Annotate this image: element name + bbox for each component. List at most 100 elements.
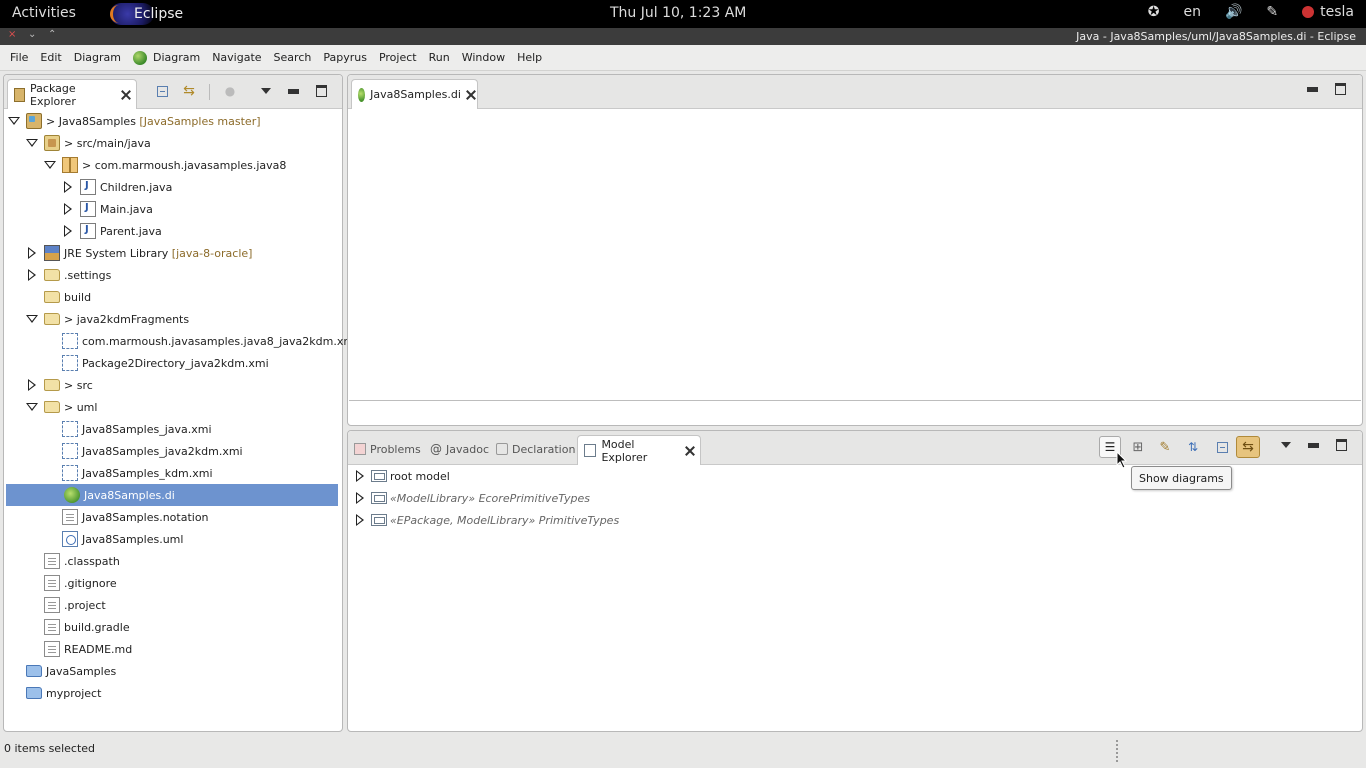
tree-item[interactable]: > java2kdmFragments xyxy=(4,308,342,330)
tree-item[interactable]: > com.marmoush.javasamples.java8 xyxy=(4,154,342,176)
tab-model-explorer[interactable]: Model Explorer xyxy=(577,435,701,465)
sort-az-icon[interactable]: ⇅ xyxy=(1183,437,1203,457)
activities-button[interactable]: Activities xyxy=(12,5,76,21)
view-menu-icon[interactable] xyxy=(256,81,276,101)
app-menu[interactable]: Eclipse xyxy=(110,2,183,26)
tree-item-label: .settings xyxy=(64,268,112,282)
expanded-arrow-icon[interactable] xyxy=(8,115,20,127)
tree-item[interactable]: Main.java xyxy=(4,198,342,220)
model-tree-item[interactable]: «ModelLibrary» EcorePrimitiveTypes xyxy=(348,487,1362,509)
tree-item[interactable]: Children.java xyxy=(4,176,342,198)
tree-item-label: > java2kdmFragments xyxy=(64,312,190,326)
tree-item[interactable]: .classpath xyxy=(4,550,342,572)
window-maximize-icon[interactable]: ⌃ xyxy=(48,29,56,40)
collapsed-arrow-icon[interactable] xyxy=(26,379,38,391)
maximize-icon[interactable] xyxy=(1331,435,1351,455)
customize-icon[interactable]: ✎ xyxy=(1155,437,1175,457)
tree-item[interactable]: myproject xyxy=(4,682,342,704)
link-with-editor-icon[interactable]: ⇆ xyxy=(179,81,199,101)
collapsed-arrow-icon[interactable] xyxy=(62,181,74,193)
collapsed-arrow-icon[interactable] xyxy=(26,247,38,259)
tree-item[interactable]: Java8Samples.di xyxy=(6,484,338,506)
minimize-icon[interactable] xyxy=(1302,79,1322,99)
expanded-arrow-icon[interactable] xyxy=(26,313,38,325)
window-close-icon[interactable]: × xyxy=(8,29,16,40)
tree-item[interactable]: Java8Samples.notation xyxy=(4,506,342,528)
tab-package-explorer[interactable]: Package Explorer xyxy=(7,79,137,109)
menu-help[interactable]: Help xyxy=(511,51,548,64)
language-indicator[interactable]: en xyxy=(1183,4,1201,20)
menu-edit[interactable]: Edit xyxy=(34,51,67,64)
maximize-icon[interactable] xyxy=(311,81,331,101)
menu-papyrus[interactable]: Papyrus xyxy=(317,51,373,64)
collapse-all-icon[interactable] xyxy=(1212,437,1232,457)
focus-icon[interactable]: ● xyxy=(220,81,240,101)
model-tree-item-label: «EPackage, ModelLibrary» PrimitiveTypes xyxy=(390,513,620,527)
collapsed-arrow-icon[interactable] xyxy=(26,269,38,281)
pen-icon[interactable]: ✎ xyxy=(1266,4,1278,20)
model-tree-item[interactable]: «EPackage, ModelLibrary» PrimitiveTypes xyxy=(348,509,1362,531)
tree-item[interactable]: JavaSamples xyxy=(4,660,342,682)
link-with-editor-icon[interactable]: ⇆ xyxy=(1236,436,1260,458)
tree-item[interactable]: > uml xyxy=(4,396,342,418)
tree-item[interactable]: Java8Samples_java.xmi xyxy=(4,418,342,440)
menu-navigate[interactable]: Navigate xyxy=(206,51,267,64)
menu-run[interactable]: Run xyxy=(423,51,456,64)
tree-view-icon[interactable]: ⊞ xyxy=(1128,437,1148,457)
tree-item[interactable]: Java8Samples.uml xyxy=(4,528,342,550)
menu-diagram[interactable]: Diagram xyxy=(68,51,127,64)
tab-problems[interactable]: Problems xyxy=(354,439,421,459)
closed-project-icon xyxy=(26,687,42,699)
menu-window[interactable]: Window xyxy=(456,51,511,64)
close-icon[interactable] xyxy=(121,90,130,100)
menu-file[interactable]: File xyxy=(4,51,34,64)
collapsed-arrow-icon[interactable] xyxy=(62,225,74,237)
collapse-all-icon[interactable] xyxy=(152,81,172,101)
mouse-cursor-icon xyxy=(1116,451,1128,469)
menu-project[interactable]: Project xyxy=(373,51,423,64)
tree-item[interactable]: .gitignore xyxy=(4,572,342,594)
tree-item[interactable]: > src/main/java xyxy=(4,132,342,154)
tree-item[interactable]: .settings xyxy=(4,264,342,286)
model-icon xyxy=(371,492,387,504)
tree-item[interactable]: > Java8Samples [JavaSamples master] xyxy=(4,110,342,132)
tree-item[interactable]: Package2Directory_java2kdm.xmi xyxy=(4,352,342,374)
collapsed-arrow-icon[interactable] xyxy=(354,470,366,482)
collapsed-arrow-icon[interactable] xyxy=(354,492,366,504)
tree-item[interactable]: Java8Samples_kdm.xmi xyxy=(4,462,342,484)
tree-item[interactable]: README.md xyxy=(4,638,342,660)
tree-item[interactable]: build xyxy=(4,286,342,308)
close-icon[interactable] xyxy=(466,90,471,100)
tree-item[interactable]: .project xyxy=(4,594,342,616)
close-icon[interactable] xyxy=(685,446,694,456)
user-menu[interactable]: tesla xyxy=(1302,4,1354,20)
expanded-arrow-icon[interactable] xyxy=(44,159,56,171)
accessibility-icon[interactable]: ✪ xyxy=(1148,4,1160,20)
clock[interactable]: Thu Jul 10, 1:23 AM xyxy=(610,5,746,21)
minimize-icon[interactable] xyxy=(283,81,303,101)
tree-item-label: JRE System Library [java-8-oracle] xyxy=(64,247,252,260)
file-icon xyxy=(44,641,60,657)
collapsed-arrow-icon[interactable] xyxy=(354,514,366,526)
expanded-arrow-icon[interactable] xyxy=(26,137,38,149)
minimize-icon[interactable] xyxy=(1303,435,1323,455)
tab-javadoc[interactable]: @ Javadoc xyxy=(430,439,489,459)
expanded-arrow-icon[interactable] xyxy=(26,401,38,413)
menu-papyrus-diagram[interactable]: Diagram xyxy=(127,50,206,65)
tree-item[interactable]: com.marmoush.javasamples.java8_java2kdm.… xyxy=(4,330,357,352)
tab-declaration[interactable]: Declaration xyxy=(496,439,575,459)
tree-item[interactable]: build.gradle xyxy=(4,616,342,638)
tree-item[interactable]: JRE System Library [java-8-oracle] xyxy=(4,242,342,264)
status-grip[interactable] xyxy=(1116,740,1118,762)
tree-item-text: JRE System Library xyxy=(64,246,169,260)
tree-item[interactable]: Parent.java xyxy=(4,220,342,242)
tree-item[interactable]: Java8Samples_java2kdm.xmi xyxy=(4,440,342,462)
tab-java8samples-di[interactable]: Java8Samples.di xyxy=(351,79,478,109)
tree-item[interactable]: > src xyxy=(4,374,342,396)
window-minimize-icon[interactable]: ⌄ xyxy=(28,29,36,40)
volume-icon[interactable]: 🔊 xyxy=(1225,4,1242,20)
menu-search[interactable]: Search xyxy=(268,51,318,64)
collapsed-arrow-icon[interactable] xyxy=(62,203,74,215)
maximize-icon[interactable] xyxy=(1330,79,1350,99)
view-menu-icon[interactable] xyxy=(1276,435,1296,455)
